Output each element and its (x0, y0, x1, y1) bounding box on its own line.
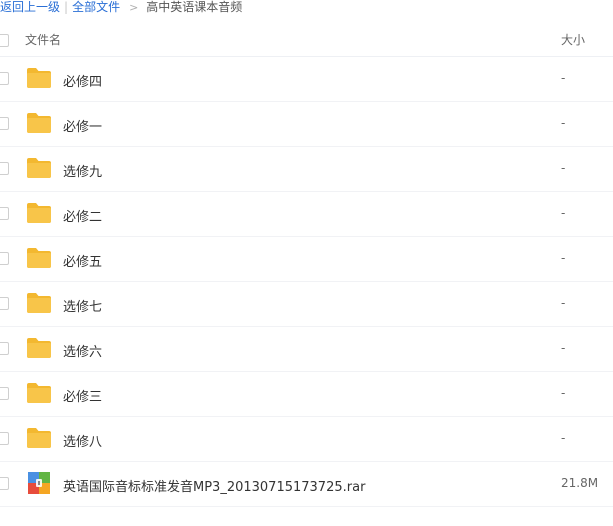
column-header-name[interactable]: 文件名 (25, 31, 61, 48)
back-link[interactable]: 返回上一级 (0, 0, 60, 14)
file-row[interactable]: 选修八 - (0, 417, 613, 462)
column-header-size[interactable]: 大小 (561, 31, 585, 48)
row-checkbox[interactable] (0, 207, 9, 220)
folder-icon (26, 67, 52, 89)
file-name[interactable]: 选修九 (63, 161, 102, 180)
folder-icon (26, 292, 52, 314)
file-size: - (561, 386, 566, 400)
folder-icon (26, 382, 52, 404)
file-name[interactable]: 必修一 (63, 116, 102, 135)
row-checkbox[interactable] (0, 432, 9, 445)
file-row[interactable]: 必修一 - (0, 102, 613, 147)
archive-icon (26, 472, 52, 494)
folder-icon (26, 247, 52, 269)
folder-icon (26, 427, 52, 449)
current-folder-label: 高中英语课本音频 (146, 0, 243, 14)
file-row[interactable]: 必修四 - (0, 57, 613, 102)
chevron-right-icon: > (129, 1, 139, 14)
file-name[interactable]: 选修七 (63, 296, 102, 315)
file-size: - (561, 161, 566, 175)
file-size: - (561, 251, 566, 265)
file-size: - (561, 116, 566, 130)
file-name[interactable]: 必修三 (63, 386, 102, 405)
file-row[interactable]: 选修六 - (0, 327, 613, 372)
folder-icon (26, 112, 52, 134)
breadcrumb: 返回上一级 | 全部文件 > 高中英语课本音频 (0, 0, 242, 14)
breadcrumb-separator: | (64, 0, 69, 14)
folder-icon (26, 202, 52, 224)
row-checkbox[interactable] (0, 72, 9, 85)
all-files-link[interactable]: 全部文件 (72, 0, 120, 14)
row-checkbox[interactable] (0, 387, 9, 400)
row-checkbox[interactable] (0, 477, 9, 490)
file-size: - (561, 431, 566, 445)
folder-icon (26, 157, 52, 179)
file-row[interactable]: 必修五 - (0, 237, 613, 282)
file-list: 必修四 - 必修一 - 选修九 - 必修二 - 必修五 - 选修七 - 选修六 … (0, 57, 613, 507)
file-row[interactable]: 选修九 - (0, 147, 613, 192)
file-size: - (561, 71, 566, 85)
row-checkbox[interactable] (0, 117, 9, 130)
file-size: - (561, 341, 566, 355)
folder-icon (26, 337, 52, 359)
file-name[interactable]: 选修八 (63, 431, 102, 450)
file-row[interactable]: 英语国际音标标准发音MP3_20130715173725.rar 21.8M (0, 462, 613, 507)
file-name[interactable]: 英语国际音标标准发音MP3_20130715173725.rar (63, 476, 365, 495)
file-name[interactable]: 必修二 (63, 206, 102, 225)
row-checkbox[interactable] (0, 162, 9, 175)
file-row[interactable]: 必修二 - (0, 192, 613, 237)
file-size: 21.8M (561, 476, 599, 490)
list-header: 文件名 大小 (0, 28, 613, 57)
select-all-checkbox[interactable] (0, 34, 9, 47)
file-name[interactable]: 必修四 (63, 71, 102, 90)
file-size: - (561, 206, 566, 220)
row-checkbox[interactable] (0, 342, 9, 355)
row-checkbox[interactable] (0, 252, 9, 265)
file-name[interactable]: 必修五 (63, 251, 102, 270)
file-row[interactable]: 必修三 - (0, 372, 613, 417)
file-size: - (561, 296, 566, 310)
file-row[interactable]: 选修七 - (0, 282, 613, 327)
file-name[interactable]: 选修六 (63, 341, 102, 360)
row-checkbox[interactable] (0, 297, 9, 310)
